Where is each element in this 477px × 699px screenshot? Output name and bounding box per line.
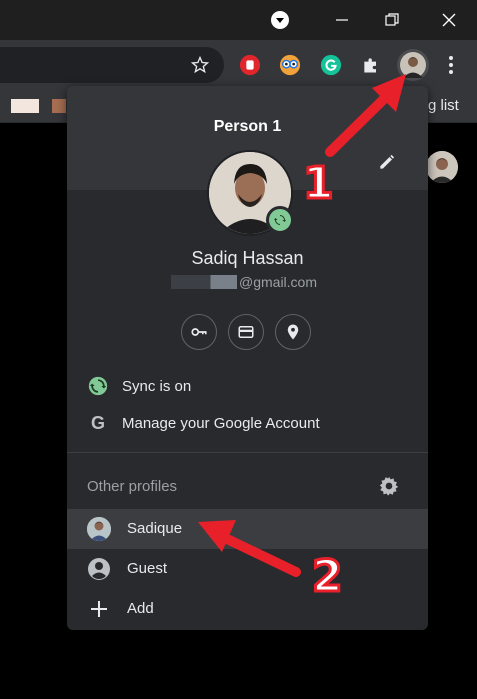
annotation-overlay [198, 74, 406, 577]
arrow-one [325, 74, 406, 157]
arrow-two [198, 520, 301, 577]
annotation-number-one: 1 [302, 157, 336, 211]
annotation-number-two: 2 [311, 550, 345, 604]
